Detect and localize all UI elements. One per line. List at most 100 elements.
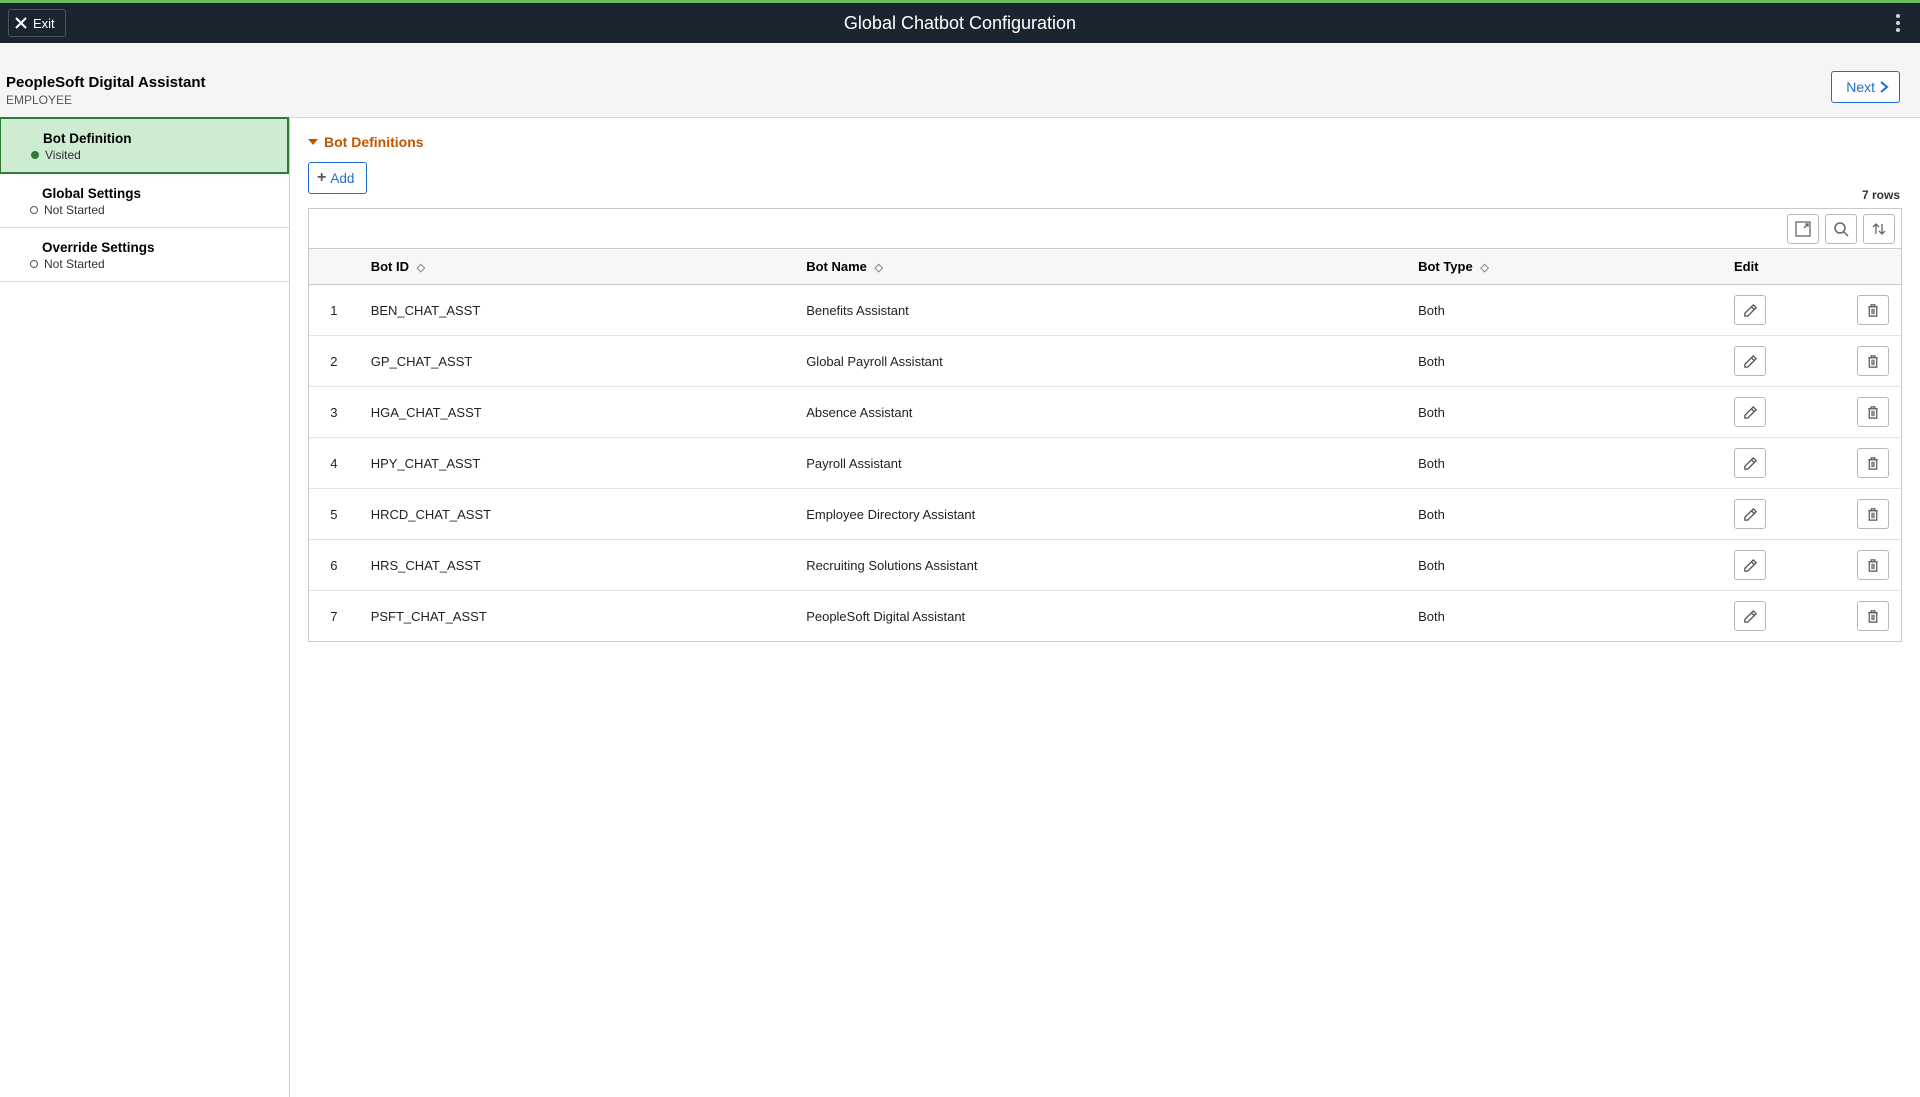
cell-bot-name: Global Payroll Assistant: [794, 336, 1406, 387]
close-icon: [15, 17, 27, 29]
expand-icon: [1795, 221, 1811, 237]
table-row: 2 GP_CHAT_ASST Global Payroll Assistant …: [309, 336, 1901, 387]
cell-bot-type: Both: [1406, 336, 1722, 387]
wizard-sidebar: Bot Definition Visited Global Settings N…: [0, 118, 290, 1097]
app-header: Exit Global Chatbot Configuration: [0, 3, 1920, 43]
page-title: Global Chatbot Configuration: [844, 13, 1076, 34]
status-notstarted-icon: [30, 260, 38, 268]
cell-bot-id: HPY_CHAT_ASST: [359, 438, 794, 489]
cell-bot-name: Payroll Assistant: [794, 438, 1406, 489]
plus-icon: +: [317, 169, 326, 187]
table-row: 7 PSFT_CHAT_ASST PeopleSoft Digital Assi…: [309, 591, 1901, 642]
col-header-delete: [1821, 249, 1901, 285]
col-header-bot-type[interactable]: Bot Type ◇: [1406, 249, 1722, 285]
pencil-icon: [1743, 354, 1758, 369]
cell-bot-name: PeopleSoft Digital Assistant: [794, 591, 1406, 642]
col-header-edit: Edit: [1722, 249, 1821, 285]
delete-row-button[interactable]: [1857, 397, 1889, 427]
kebab-dot-icon: [1896, 14, 1900, 18]
edit-row-button[interactable]: [1734, 499, 1766, 529]
col-header-row-number: [309, 249, 359, 285]
cell-bot-type: Both: [1406, 591, 1722, 642]
actions-menu-button[interactable]: [1884, 9, 1912, 37]
sort-icon: ◇: [875, 262, 883, 274]
trash-icon: [1866, 354, 1880, 369]
delete-row-button[interactable]: [1857, 601, 1889, 631]
status-visited-icon: [31, 151, 39, 159]
trash-icon: [1866, 456, 1880, 471]
delete-row-button[interactable]: [1857, 295, 1889, 325]
cell-row-number: 1: [309, 285, 359, 336]
add-label: Add: [330, 171, 354, 186]
sort-icon: ◇: [1480, 262, 1488, 274]
delete-row-button[interactable]: [1857, 499, 1889, 529]
edit-row-button[interactable]: [1734, 346, 1766, 376]
edit-row-button[interactable]: [1734, 550, 1766, 580]
grid-search-button[interactable]: [1825, 214, 1857, 244]
delete-row-button[interactable]: [1857, 346, 1889, 376]
table-row: 3 HGA_CHAT_ASST Absence Assistant Both: [309, 387, 1901, 438]
assistant-title: PeopleSoft Digital Assistant: [6, 74, 1831, 91]
sidebar-step-bot-definition[interactable]: Bot Definition Visited: [0, 117, 289, 174]
cell-bot-name: Recruiting Solutions Assistant: [794, 540, 1406, 591]
table-row: 1 BEN_CHAT_ASST Benefits Assistant Both: [309, 285, 1901, 336]
edit-row-button[interactable]: [1734, 448, 1766, 478]
bot-definitions-grid: Bot ID ◇ Bot Name ◇ Bot Type ◇: [308, 208, 1902, 642]
col-label: Bot Name: [806, 259, 867, 274]
cell-row-number: 7: [309, 591, 359, 642]
cell-bot-name: Absence Assistant: [794, 387, 1406, 438]
delete-row-button[interactable]: [1857, 448, 1889, 478]
sub-header: PeopleSoft Digital Assistant EMPLOYEE Ne…: [0, 43, 1920, 118]
assistant-subtitle: EMPLOYEE: [6, 93, 1831, 107]
sort-arrows-icon: [1871, 221, 1887, 237]
col-label: Bot ID: [371, 259, 409, 274]
cell-row-number: 2: [309, 336, 359, 387]
section-toggle-bot-definitions[interactable]: Bot Definitions: [308, 134, 1902, 150]
cell-bot-type: Both: [1406, 438, 1722, 489]
step-title: Global Settings: [42, 186, 275, 201]
step-status-label: Not Started: [44, 203, 105, 217]
pencil-icon: [1743, 456, 1758, 471]
step-title: Bot Definition: [43, 131, 273, 146]
chevron-right-icon: [1879, 81, 1889, 93]
step-title: Override Settings: [42, 240, 275, 255]
table-row: 5 HRCD_CHAT_ASST Employee Directory Assi…: [309, 489, 1901, 540]
exit-label: Exit: [33, 16, 55, 31]
next-label: Next: [1846, 79, 1875, 95]
cell-bot-id: GP_CHAT_ASST: [359, 336, 794, 387]
kebab-dot-icon: [1896, 28, 1900, 32]
pencil-icon: [1743, 558, 1758, 573]
table-row: 4 HPY_CHAT_ASST Payroll Assistant Both: [309, 438, 1901, 489]
col-label: Bot Type: [1418, 259, 1473, 274]
main-content: Bot Definitions + Add 7 rows: [290, 118, 1920, 1097]
edit-row-button[interactable]: [1734, 601, 1766, 631]
caret-down-icon: [308, 139, 318, 145]
edit-row-button[interactable]: [1734, 295, 1766, 325]
cell-bot-id: HRS_CHAT_ASST: [359, 540, 794, 591]
cell-row-number: 4: [309, 438, 359, 489]
step-status-label: Not Started: [44, 257, 105, 271]
edit-row-button[interactable]: [1734, 397, 1766, 427]
grid-toolbar: [309, 209, 1901, 249]
sidebar-step-override-settings[interactable]: Override Settings Not Started: [0, 228, 289, 282]
exit-button[interactable]: Exit: [8, 9, 66, 37]
step-status-label: Visited: [45, 148, 81, 162]
grid-sort-button[interactable]: [1863, 214, 1895, 244]
next-button[interactable]: Next: [1831, 71, 1900, 103]
col-header-bot-id[interactable]: Bot ID ◇: [359, 249, 794, 285]
sidebar-step-global-settings[interactable]: Global Settings Not Started: [0, 174, 289, 228]
cell-row-number: 5: [309, 489, 359, 540]
pencil-icon: [1743, 609, 1758, 624]
cell-row-number: 3: [309, 387, 359, 438]
cell-bot-id: HRCD_CHAT_ASST: [359, 489, 794, 540]
pencil-icon: [1743, 405, 1758, 420]
col-header-bot-name[interactable]: Bot Name ◇: [794, 249, 1406, 285]
section-title: Bot Definitions: [324, 134, 424, 150]
delete-row-button[interactable]: [1857, 550, 1889, 580]
grid-expand-button[interactable]: [1787, 214, 1819, 244]
add-button[interactable]: + Add: [308, 162, 367, 194]
cell-bot-id: HGA_CHAT_ASST: [359, 387, 794, 438]
cell-bot-id: PSFT_CHAT_ASST: [359, 591, 794, 642]
sort-icon: ◇: [417, 262, 425, 274]
cell-bot-type: Both: [1406, 387, 1722, 438]
